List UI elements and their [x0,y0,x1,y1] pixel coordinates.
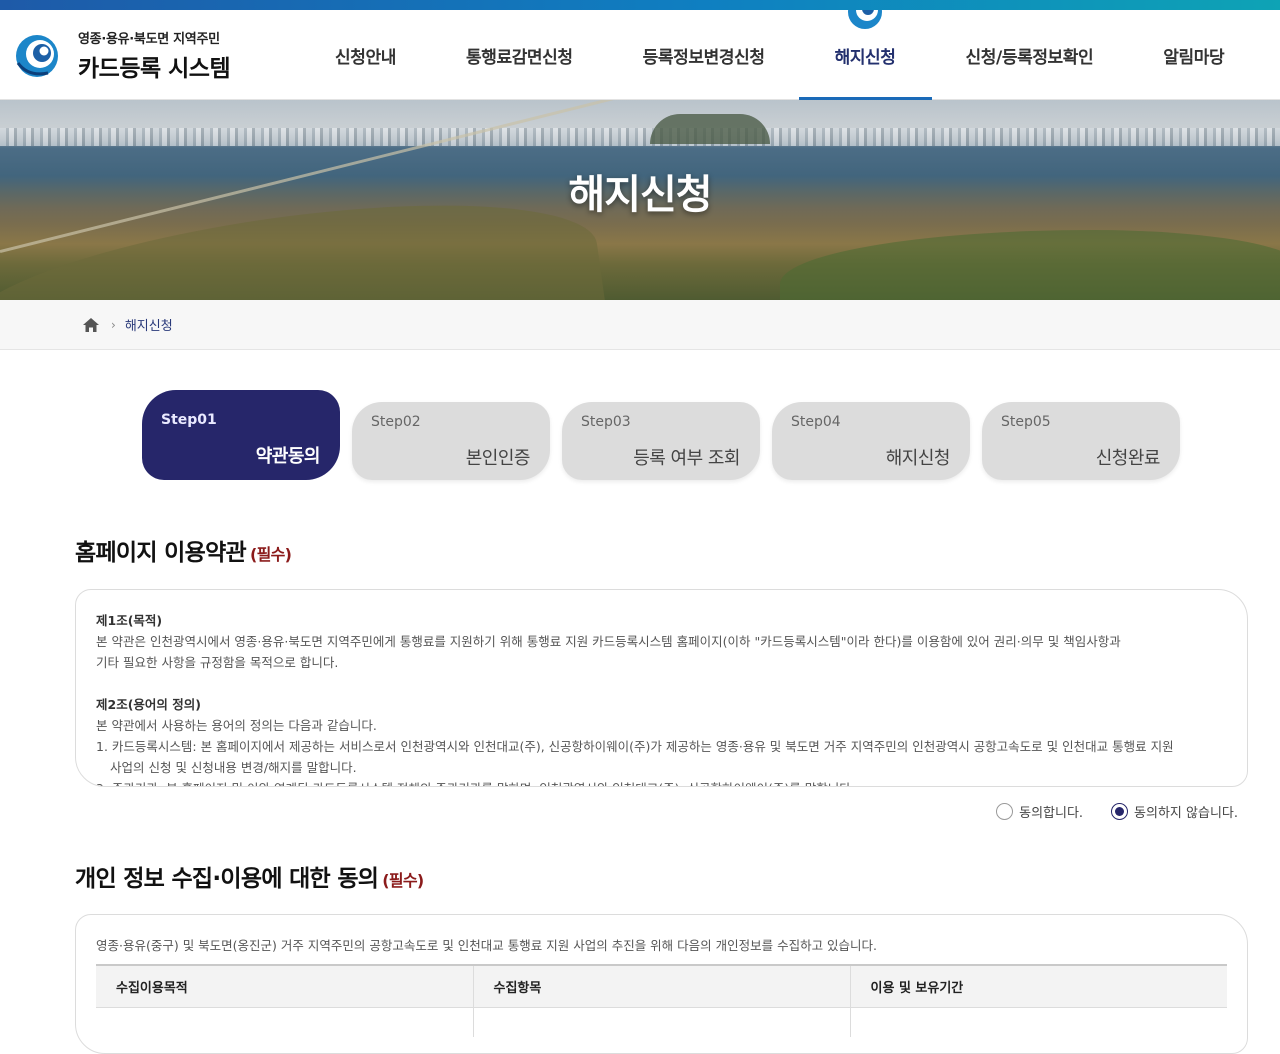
active-indicator-icon [845,0,885,30]
site-header: 영종·용유·북도면 지역주민 카드등록 시스템 신청안내 통행료감면신청 등록정… [0,0,1280,101]
terms-text: 본 약관에서 사용하는 용어의 정의는 다음과 같습니다. [96,718,377,733]
required-badge: (필수) [250,545,292,564]
nav-item-guide[interactable]: 신청안내 [335,10,396,100]
logo-title: 카드등록 시스템 [78,56,231,82]
privacy-section-title: 개인 정보 수집·이용에 대한 동의 (필수) [75,859,424,893]
hero-park [780,230,1280,300]
radio-unchecked-icon [996,803,1014,820]
nav-label: 해지신청 [834,47,896,68]
step-3: Step03 등록 여부 조회 [562,402,760,480]
disagree-radio[interactable]: 동의하지 않습니다. [1111,802,1238,821]
terms-text: 본 약관은 인천광역시에서 영종·용유·북도면 지역주민에게 통행료를 지원하기… [96,634,1121,649]
hero-title: 해지신청 [568,172,712,218]
site-logo[interactable]: 영종·용유·북도면 지역주민 카드등록 시스템 [14,28,231,83]
step-label: 약관동의 [255,446,321,467]
agree-radio[interactable]: 동의합니다. [996,802,1083,821]
privacy-title-text: 개인 정보 수집·이용에 대한 동의 [75,866,379,892]
nav-label: 신청안내 [335,47,396,68]
logo-subtitle: 영종·용유·북도면 지역주민 [78,32,220,47]
hero-banner: 해지신청 [0,100,1280,300]
step-4: Step04 해지신청 [772,402,970,480]
table-cell [850,1007,1227,1037]
terms-text: 기타 필요한 사항을 규정함을 목적으로 합니다. [96,655,339,670]
step-1: Step01 약관동의 [142,390,340,480]
terms-agree-options: 동의합니다. 동의하지 않습니다. [968,802,1238,821]
table-row [96,1007,1227,1037]
step-number: Step03 [581,414,631,430]
nav-item-status-check[interactable]: 신청/등록정보확인 [966,10,1094,100]
terms-section-title: 홈페이지 이용약관 (필수) [75,533,292,567]
agree-label: 동의합니다. [1019,806,1084,821]
hero-skyline [0,128,1280,146]
privacy-intro: 영종·용유(중구) 및 북도면(옹진군) 거주 지역주민의 공항고속도로 및 인… [96,938,878,953]
logo-swirl-icon [14,33,60,79]
column-header: 수집이용목적 [96,965,474,1008]
privacy-table: 수집이용목적 수집항목 이용 및 보유기간 [96,964,1227,1037]
terms-text: 1. 카드등록시스템: 본 홈페이지에서 제공하는 서비스로서 인천광역시와 인… [96,739,1174,754]
required-badge: (필수) [382,871,424,890]
radio-checked-icon [1111,803,1129,820]
nav-label: 등록정보변경신청 [642,47,765,68]
step-label: 해지신청 [885,448,951,469]
nav-label: 통행료감면신청 [465,47,573,68]
step-2: Step02 본인인증 [352,402,550,480]
privacy-box: 영종·용유(중구) 및 북도면(옹진군) 거주 지역주민의 공항고속도로 및 인… [75,914,1248,1054]
step-label: 본인인증 [465,448,531,469]
nav-item-info-change[interactable]: 등록정보변경신청 [643,10,765,100]
step-label: 신청완료 [1095,448,1161,469]
breadcrumb: › 해지신청 [0,300,1280,350]
column-header: 이용 및 보유기간 [850,965,1227,1008]
step-number: Step05 [1001,414,1051,430]
step-number: Step04 [791,414,841,430]
breadcrumb-current[interactable]: 해지신청 [125,315,173,334]
terms-scroll-box[interactable]: 제1조(목적) 본 약관은 인천광역시에서 영종·용유·북도면 지역주민에게 통… [75,589,1248,787]
nav-item-cancellation[interactable]: 해지신청 [798,0,932,101]
terms-text: 2. 주관기관: 본 홈페이지 및 이와 연계된 카드등록시스템 전체의 주관기… [96,778,1227,786]
step-number: Step01 [161,412,217,428]
column-header: 수집항목 [473,965,851,1008]
disagree-label: 동의하지 않습니다. [1134,806,1238,821]
step-label: 등록 여부 조회 [633,448,740,469]
step-number: Step02 [371,414,421,430]
terms-article-title: 제1조(목적) [96,613,163,628]
top-accent-bar [0,0,1280,10]
nav-item-toll-discount[interactable]: 통행료감면신청 [466,10,573,100]
table-cell [96,1007,474,1037]
home-icon[interactable] [83,317,99,332]
chevron-right-icon: › [111,317,116,332]
nav-item-notices[interactable]: 알림마당 [1163,10,1224,100]
nav-label: 알림마당 [1163,47,1225,68]
nav-label: 신청/등록정보확인 [965,47,1094,68]
step-indicator: Step01 약관동의 Step02 본인인증 Step03 등록 여부 조회 … [142,390,1202,482]
terms-text: 사업의 신청 및 신청내용 변경/해지를 말합니다. [110,760,357,775]
terms-title-text: 홈페이지 이용약관 [75,540,247,566]
table-cell [473,1007,851,1037]
terms-article-title: 제2조(용어의 정의) [96,697,201,712]
step-5: Step05 신청완료 [982,402,1180,480]
hero-island [650,114,770,144]
main-nav: 신청안내 통행료감면신청 등록정보변경신청 해지신청 신청/등록정보확인 알림마… [300,0,1225,101]
